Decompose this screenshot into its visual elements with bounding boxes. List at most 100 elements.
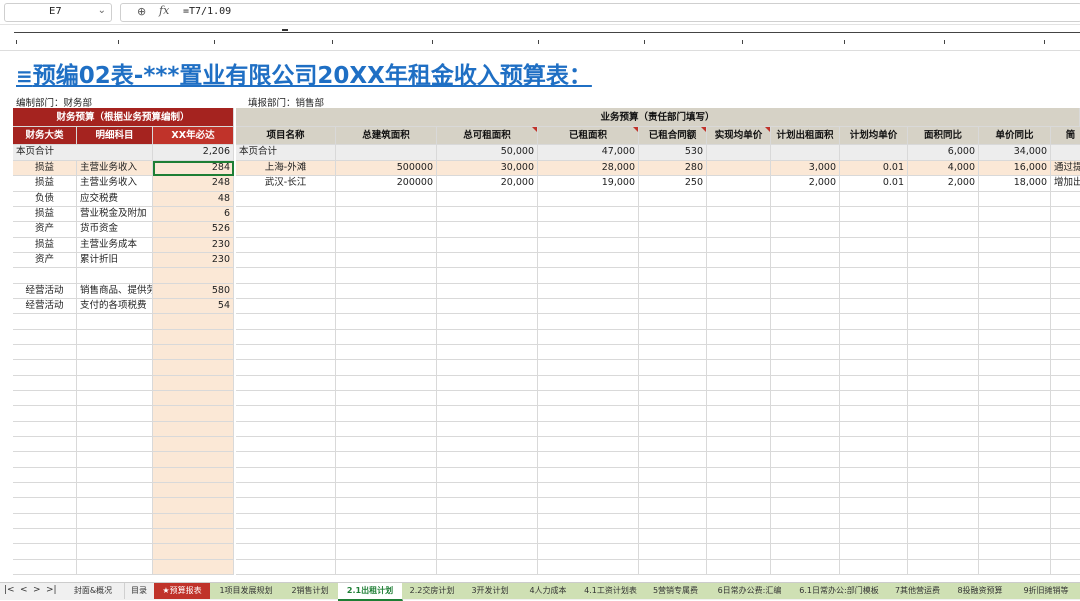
table-cell-category[interactable] [13,513,77,529]
table-cell[interactable]: 通过提 [1051,161,1080,177]
name-box[interactable]: E7 ⌄ [4,3,112,22]
table-cell[interactable] [979,467,1051,483]
table-cell[interactable] [979,498,1051,514]
table-cell[interactable] [908,513,979,529]
table-cell[interactable] [771,559,840,575]
table-cell[interactable] [771,222,840,238]
table-cell[interactable] [979,298,1051,315]
table-cell[interactable] [908,498,979,514]
table-cell[interactable] [771,237,840,253]
table-cell[interactable] [707,298,771,315]
table-cell[interactable] [707,559,771,575]
table-cell[interactable]: 18,000 [979,176,1051,192]
table-cell[interactable] [538,206,639,223]
table-cell[interactable] [840,314,908,330]
table-cell[interactable] [908,329,979,345]
table-cell-item[interactable] [77,344,153,361]
table-cell-value[interactable] [153,452,234,468]
table-cell[interactable] [707,482,771,499]
table-cell[interactable] [707,268,771,284]
table-cell[interactable] [840,452,908,468]
table-cell[interactable] [1051,483,1080,499]
table-cell-item[interactable] [77,436,153,453]
table-cell[interactable] [336,237,437,253]
table-cell-value[interactable] [153,344,234,361]
table-cell[interactable] [236,252,336,269]
table-cell-item[interactable] [77,268,153,284]
table-cell[interactable] [707,467,771,483]
table-cell[interactable] [979,360,1051,376]
table-cell[interactable] [437,467,538,483]
table-cell[interactable] [538,222,639,238]
table-cell[interactable] [979,329,1051,345]
table-cell[interactable] [979,406,1051,422]
table-cell-item[interactable] [77,467,153,483]
table-cell[interactable] [236,436,336,453]
table-cell[interactable] [437,375,538,391]
table-cell[interactable] [639,314,707,330]
table-cell[interactable] [771,467,840,483]
table-cell[interactable] [336,283,437,299]
table-cell[interactable] [1051,422,1080,437]
table-cell-category[interactable] [13,360,77,376]
table-cell-category[interactable]: 经营活动 [13,283,77,299]
table-cell[interactable] [236,268,336,284]
table-cell[interactable] [908,467,979,483]
table-cell[interactable] [707,191,771,207]
sheet-tab[interactable]: 2.1出租计划 [338,583,403,601]
table-cell[interactable] [979,513,1051,529]
table-cell[interactable] [437,452,538,468]
table-cell-category[interactable] [13,559,77,575]
table-cell[interactable] [1051,222,1080,238]
table-cell[interactable]: 28,000 [538,161,639,177]
table-cell[interactable] [771,375,840,391]
table-cell[interactable] [707,329,771,345]
table-cell[interactable] [1051,406,1080,422]
next-sheet-icon[interactable]: > [33,585,41,595]
table-cell[interactable]: 武汉-长江 [236,176,336,192]
table-cell[interactable] [840,375,908,391]
table-cell[interactable]: 上海-外滩 [236,161,336,177]
table-cell[interactable] [908,344,979,361]
table-cell[interactable] [707,237,771,253]
table-cell[interactable] [1051,330,1080,345]
table-cell[interactable] [908,528,979,545]
table-cell[interactable] [639,421,707,437]
table-cell-category[interactable] [13,344,77,361]
table-cell[interactable]: 0.01 [840,176,908,192]
table-cell[interactable] [707,436,771,453]
table-cell[interactable]: 4,000 [908,161,979,177]
table-cell[interactable] [771,360,840,376]
table-cell[interactable] [908,452,979,468]
table-cell-category[interactable] [13,528,77,545]
table-cell[interactable] [639,222,707,238]
table-cell-item[interactable] [77,544,153,560]
table-cell[interactable] [236,528,336,545]
table-cell[interactable]: 20,000 [437,176,538,192]
table-cell[interactable] [336,344,437,361]
table-cell-value[interactable] [153,467,234,483]
table-cell[interactable] [707,161,771,177]
table-cell[interactable] [639,513,707,529]
table-cell-value[interactable]: 526 [153,222,234,238]
table-cell-value[interactable] [153,498,234,514]
table-cell[interactable] [771,406,840,422]
table-cell[interactable] [979,421,1051,437]
table-cell[interactable] [771,314,840,330]
table-cell-category[interactable]: 损益 [13,161,77,177]
table-cell-item[interactable] [77,314,153,330]
table-cell[interactable] [236,375,336,391]
table-cell[interactable] [236,467,336,483]
table-cell[interactable] [336,421,437,437]
table-cell[interactable] [437,406,538,422]
table-cell[interactable] [336,406,437,422]
table-cell[interactable] [1051,360,1080,376]
table-cell[interactable] [1051,529,1080,545]
table-cell[interactable] [1051,468,1080,483]
table-cell[interactable] [908,559,979,575]
chevron-down-icon[interactable]: ⌄ [98,5,106,16]
table-cell[interactable] [707,314,771,330]
table-cell-value[interactable] [153,390,234,407]
table-cell[interactable] [771,452,840,468]
table-cell[interactable] [437,268,538,284]
